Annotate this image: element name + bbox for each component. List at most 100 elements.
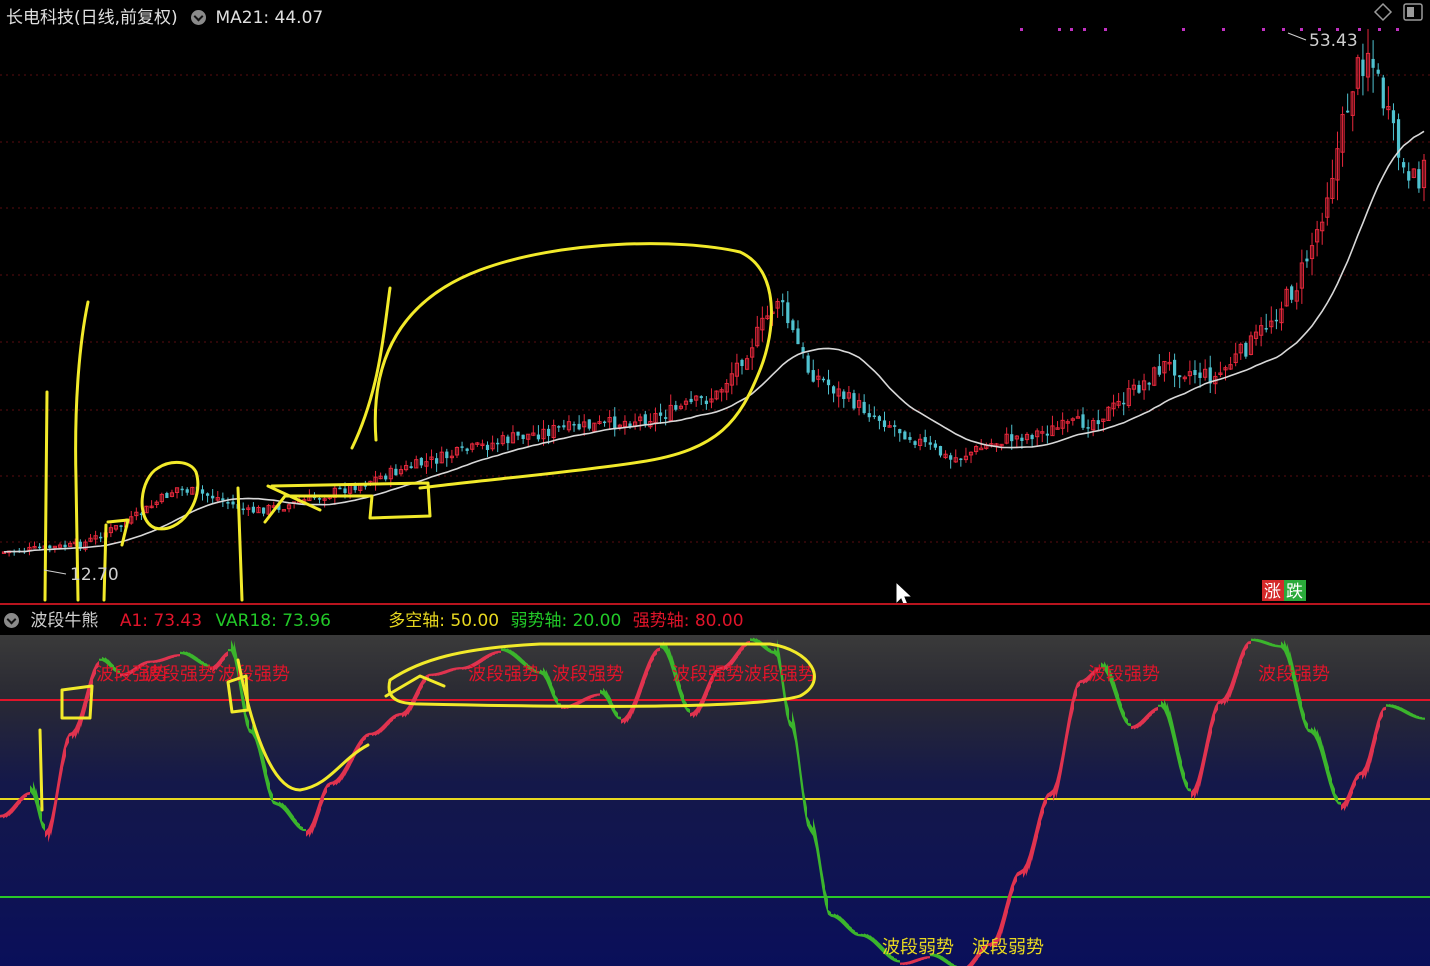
high-price-label: 53.43 xyxy=(1309,31,1358,51)
candle-body xyxy=(872,415,876,418)
ribbon-segment xyxy=(1158,704,1161,707)
ribbon-segment xyxy=(495,650,498,655)
low-price-label: 12.70 xyxy=(70,565,119,585)
annotation-stroke xyxy=(373,242,773,490)
indicator-header: 波段牛熊 A1: 73.43 VAR18: 73.96 多空轴: 50.00 弱… xyxy=(4,606,744,631)
diamond-icon[interactable] xyxy=(1373,2,1393,22)
candle-body xyxy=(1137,384,1141,393)
candle-body xyxy=(496,442,500,445)
ribbon-segment xyxy=(0,814,3,818)
candle-body xyxy=(572,423,576,426)
candle-body xyxy=(949,455,953,460)
candle-body xyxy=(1371,58,1375,68)
candle-body xyxy=(1147,382,1151,385)
candle-body xyxy=(938,446,943,456)
candle-body xyxy=(791,320,795,331)
a1-value: A1: 73.43 xyxy=(119,611,203,631)
ribbon-segment xyxy=(228,649,231,652)
signal-dot xyxy=(1300,28,1303,31)
candle-body xyxy=(205,493,210,496)
candle-body xyxy=(231,501,235,505)
ribbon-segment xyxy=(27,791,30,796)
candle-body xyxy=(338,487,342,490)
candle-body xyxy=(1402,162,1406,168)
candle-body xyxy=(1274,319,1279,322)
ribbon-segment xyxy=(1254,638,1257,642)
candle-body xyxy=(1122,402,1126,405)
ribbon-segment xyxy=(1386,704,1389,707)
candle-body xyxy=(1173,359,1177,376)
ribbon-segment xyxy=(147,660,150,664)
candle-body xyxy=(689,398,693,403)
candle-body xyxy=(1407,171,1411,181)
candle-body xyxy=(200,489,205,494)
signal-dot xyxy=(1020,28,1023,31)
candle-body xyxy=(1391,110,1396,124)
annotation-stroke xyxy=(38,728,44,812)
ribbon-segment xyxy=(399,712,402,716)
low-price-marker: 12.70 xyxy=(43,565,119,585)
strong-signal-text: 波段强势 xyxy=(144,664,216,685)
candle-body xyxy=(613,416,617,430)
candle-body xyxy=(562,425,566,428)
ribbon-segment xyxy=(597,693,600,696)
candle-body xyxy=(1020,437,1024,441)
candle-body xyxy=(806,355,810,373)
candle-body xyxy=(959,458,963,461)
candle-body xyxy=(1096,420,1100,425)
candle-body xyxy=(119,525,123,527)
candle-body xyxy=(241,508,245,511)
annotation-stroke xyxy=(236,486,244,602)
candle-body xyxy=(211,495,215,499)
window-icon[interactable] xyxy=(1403,3,1423,21)
ribbon-segment xyxy=(456,667,459,670)
ribbon-segment xyxy=(498,650,501,653)
candle-body xyxy=(1305,258,1309,262)
candle-body xyxy=(664,417,668,419)
candle-body xyxy=(740,359,744,366)
candle-body xyxy=(913,441,917,445)
candle-body xyxy=(811,370,815,382)
indicator-name: 波段牛熊 xyxy=(30,611,99,631)
fall-label: 跌 xyxy=(1286,582,1303,602)
candle-body xyxy=(521,434,525,440)
candle-body xyxy=(1086,427,1090,429)
candle-body xyxy=(1290,286,1294,300)
main-title: 长电科技(日线,前复权) xyxy=(6,8,178,28)
candle-body xyxy=(460,446,464,448)
candle-body xyxy=(862,401,866,414)
candle-body xyxy=(1264,328,1268,330)
candle-body xyxy=(445,451,449,459)
ribbon-segment xyxy=(1422,717,1425,720)
candle-body xyxy=(506,436,510,444)
ribbon-segment xyxy=(462,666,465,670)
candle-body xyxy=(1178,375,1182,378)
signal-dot xyxy=(1262,28,1265,31)
candle-body xyxy=(826,379,831,386)
candle-body xyxy=(99,536,103,539)
candle-body xyxy=(1361,59,1365,77)
candle-body xyxy=(409,466,413,469)
price-chart[interactable]: 53.43 12.70 涨 跌 xyxy=(0,0,1430,605)
ribbon-segment xyxy=(453,667,456,671)
ribbon-segment xyxy=(429,673,432,677)
candle-body xyxy=(821,378,826,381)
candle-body xyxy=(48,545,52,549)
candle-body xyxy=(852,393,856,409)
ribbon-segment xyxy=(594,693,597,697)
weak-signal-text: 波段弱势 xyxy=(972,937,1044,958)
candle-body xyxy=(1157,366,1161,375)
candle-body xyxy=(63,544,67,548)
indicator-panel[interactable]: 波段强势波段强势 波段强势 波段强势 波段强势 波段强势 波段强势 波段强势 波段强势波段弱势… xyxy=(0,600,1430,966)
candle-body xyxy=(226,502,230,504)
candle-body xyxy=(1381,77,1385,109)
candle-body xyxy=(261,507,266,514)
ribbon-segment xyxy=(150,660,153,663)
candle-body xyxy=(557,426,561,428)
candle-body xyxy=(1045,433,1049,436)
rise-fall-legend[interactable]: 涨 跌 xyxy=(1262,580,1306,602)
candle-body xyxy=(1376,69,1380,74)
strong-axis-value: 强势轴: 80.00 xyxy=(632,611,744,631)
chevron-circle-icon[interactable] xyxy=(4,613,19,628)
chevron-circle-icon[interactable] xyxy=(191,10,207,25)
